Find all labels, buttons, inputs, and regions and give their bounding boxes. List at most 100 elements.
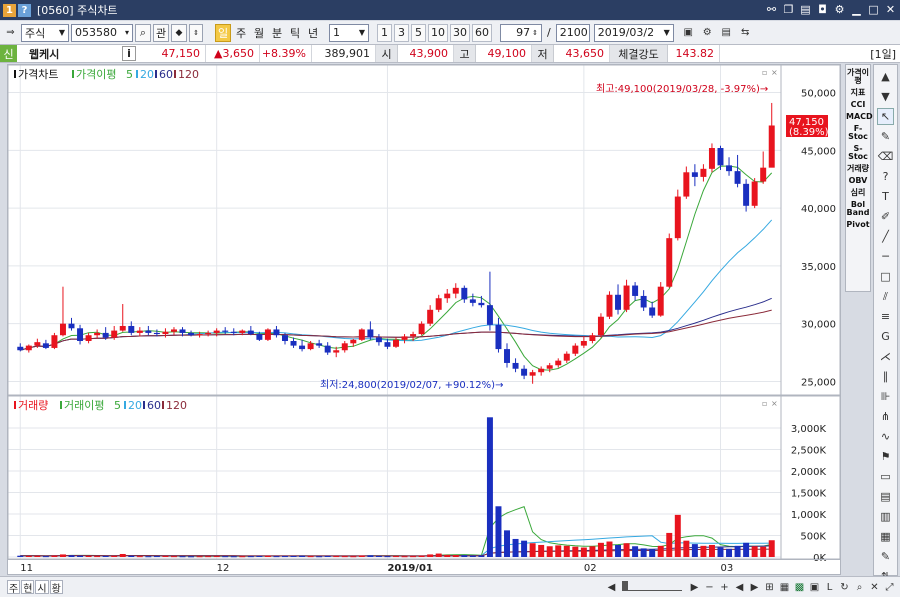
excel-icon[interactable]: ▩ xyxy=(793,581,806,594)
indicator-item-7[interactable]: OBV xyxy=(846,177,870,185)
count-input[interactable]: 97 ⇕ xyxy=(500,23,542,42)
panel-close-icon[interactable]: × xyxy=(771,68,778,77)
line-type-icon[interactable]: L xyxy=(823,581,836,594)
fan-icon[interactable]: ⋌ xyxy=(877,348,894,365)
code-input[interactable]: 053580 ▾ xyxy=(71,23,133,42)
andrews-pitchfork-icon[interactable]: ⋔ xyxy=(877,408,894,425)
quick-interval-5[interactable]: 60 xyxy=(472,23,492,42)
save-icon[interactable]: ▤ xyxy=(720,26,733,39)
help-icon[interactable]: ? xyxy=(18,3,31,17)
scroll-left-icon[interactable]: ◀ xyxy=(605,581,618,594)
gear-icon[interactable]: ⚙ xyxy=(701,26,714,39)
search-button[interactable]: ⌕ xyxy=(135,23,151,42)
zoom-slider[interactable] xyxy=(622,581,682,591)
fit-icon[interactable]: ⊞ xyxy=(763,581,776,594)
link-arrow-icon[interactable]: ⇒ xyxy=(4,26,17,39)
history-button[interactable]: ◆ xyxy=(171,23,187,42)
compare-icon[interactable]: ⇆ xyxy=(739,26,752,39)
zoom-slider-thumb[interactable] xyxy=(622,581,628,591)
auto-pattern-icon[interactable]: ⚑ xyxy=(877,448,894,465)
stock-chart[interactable]: 25,00030,00035,00040,00045,00050,000 0K5… xyxy=(7,64,841,574)
search-icon[interactable]: ⌕ xyxy=(853,581,866,594)
horizontal-line-icon[interactable]: ─ xyxy=(877,248,894,265)
brush-icon[interactable]: ✎ xyxy=(877,548,894,565)
quick-interval-4[interactable]: 30 xyxy=(450,23,470,42)
last-icon[interactable]: ▶ xyxy=(748,581,761,594)
indicator-item-0[interactable]: 가격이평 xyxy=(846,69,870,85)
rectangle-icon[interactable]: □ xyxy=(877,268,894,285)
help-icon[interactable]: ? xyxy=(877,168,894,185)
indicator-item-8[interactable]: 심리 xyxy=(846,189,870,197)
panel-maximize-icon[interactable]: ▫ xyxy=(762,68,767,77)
period-tab-2[interactable]: 월 xyxy=(251,24,267,42)
bottom-tab-0[interactable]: 주 xyxy=(7,580,21,595)
quick-interval-3[interactable]: 10 xyxy=(428,23,448,42)
wave-icon[interactable]: ∿ xyxy=(877,428,894,445)
screenshot-icon[interactable]: ◘ xyxy=(817,3,828,16)
cycle-lines-icon[interactable]: ⊪ xyxy=(877,388,894,405)
scroll-up-icon[interactable]: ▲ xyxy=(877,68,894,85)
zoom-out-icon[interactable]: − xyxy=(703,581,716,594)
bottom-tab-1[interactable]: 현 xyxy=(21,580,35,595)
stepper-button[interactable]: ⇕ xyxy=(189,23,203,42)
notes-icon[interactable]: ▤ xyxy=(877,488,894,505)
copy-icon[interactable]: ❐ xyxy=(783,3,794,16)
market-select[interactable]: 주식 ▼ xyxy=(21,23,69,42)
chart-area[interactable]: 25,000 30,000 35,000 40,000 45,000 50,000 0K 5… xyxy=(7,64,841,575)
date-input[interactable]: 2019/03/2 ▼ xyxy=(593,23,674,42)
period-tab-4[interactable]: 틱 xyxy=(287,24,303,42)
channel-icon[interactable]: ⫽ xyxy=(877,288,894,305)
print-icon[interactable]: ▤ xyxy=(800,3,811,16)
parallel-lines-icon[interactable]: ∥ xyxy=(877,368,894,385)
period-tab-3[interactable]: 분 xyxy=(269,24,285,42)
maximize-icon[interactable]: □ xyxy=(868,3,879,16)
play-icon[interactable]: ▶ xyxy=(688,581,701,594)
scroll-down-icon[interactable]: ▼ xyxy=(877,88,894,105)
indicator-item-6[interactable]: 거래량 xyxy=(846,165,870,173)
period-tab-0[interactable]: 일 xyxy=(215,23,231,42)
export-icon[interactable]: ▣ xyxy=(808,581,821,594)
indicator-item-3[interactable]: MACD xyxy=(846,113,873,121)
quick-interval-2[interactable]: 5 xyxy=(411,23,426,42)
link-icon[interactable]: ⚯ xyxy=(766,3,777,16)
zoom-in-icon[interactable]: + xyxy=(718,581,731,594)
settings-icon[interactable]: ⚙ xyxy=(834,3,845,16)
bottom-tab-2[interactable]: 시 xyxy=(35,580,49,595)
bar-chart-icon[interactable]: ▥ xyxy=(877,508,894,525)
first-icon[interactable]: ◀ xyxy=(733,581,746,594)
indicator-item-10[interactable]: Pivot xyxy=(846,221,870,229)
bottom-tab-3[interactable]: 황 xyxy=(49,580,63,595)
stock-info-button[interactable]: i xyxy=(122,46,136,61)
close-icon[interactable]: ✕ xyxy=(885,3,896,16)
watchlist-button[interactable]: 관 xyxy=(153,23,169,42)
indicator-item-4[interactable]: F-Stoc xyxy=(846,125,870,141)
tools-icon[interactable]: ✕ xyxy=(868,581,881,594)
eraser-icon[interactable]: ✎ xyxy=(877,128,894,145)
indicator-item-5[interactable]: S-Stoc xyxy=(846,145,870,161)
table-icon[interactable]: ▦ xyxy=(778,581,791,594)
fibonacci-icon[interactable]: ≡ xyxy=(877,308,894,325)
gann-icon[interactable]: G xyxy=(877,328,894,345)
volume-panel-close-icon[interactable]: × xyxy=(771,399,778,408)
cursor-icon[interactable]: ↖ xyxy=(877,108,894,125)
volume-panel-maximize-icon[interactable]: ▫ xyxy=(762,399,767,408)
total-input[interactable]: 2100 xyxy=(555,23,590,42)
period-tab-5[interactable]: 년 xyxy=(305,24,321,42)
pen-tool-icon[interactable]: ✐ xyxy=(877,208,894,225)
expand-icon[interactable]: ⤢ xyxy=(883,581,896,594)
window-icon[interactable]: ▭ xyxy=(877,468,894,485)
grid-icon[interactable]: ▦ xyxy=(877,528,894,545)
text-tool-icon[interactable]: T xyxy=(877,188,894,205)
indicator-item-2[interactable]: CCI xyxy=(846,101,870,109)
period-tab-1[interactable]: 주 xyxy=(233,24,249,42)
delete-all-icon[interactable]: ⌫ xyxy=(877,148,894,165)
chart-settings-icon[interactable]: ▣ xyxy=(682,26,695,39)
refresh-icon[interactable]: ↻ xyxy=(838,581,851,594)
quick-interval-1[interactable]: 3 xyxy=(394,23,409,42)
trendline-icon[interactable]: ╱ xyxy=(877,228,894,245)
indicator-item-9[interactable]: Bol Band xyxy=(846,201,870,217)
minimize-icon[interactable]: ▁ xyxy=(851,3,862,16)
indicator-item-1[interactable]: 지표 xyxy=(846,89,870,97)
interval-select[interactable]: 1 ▼ xyxy=(329,23,369,42)
quick-interval-0[interactable]: 1 xyxy=(377,23,392,42)
